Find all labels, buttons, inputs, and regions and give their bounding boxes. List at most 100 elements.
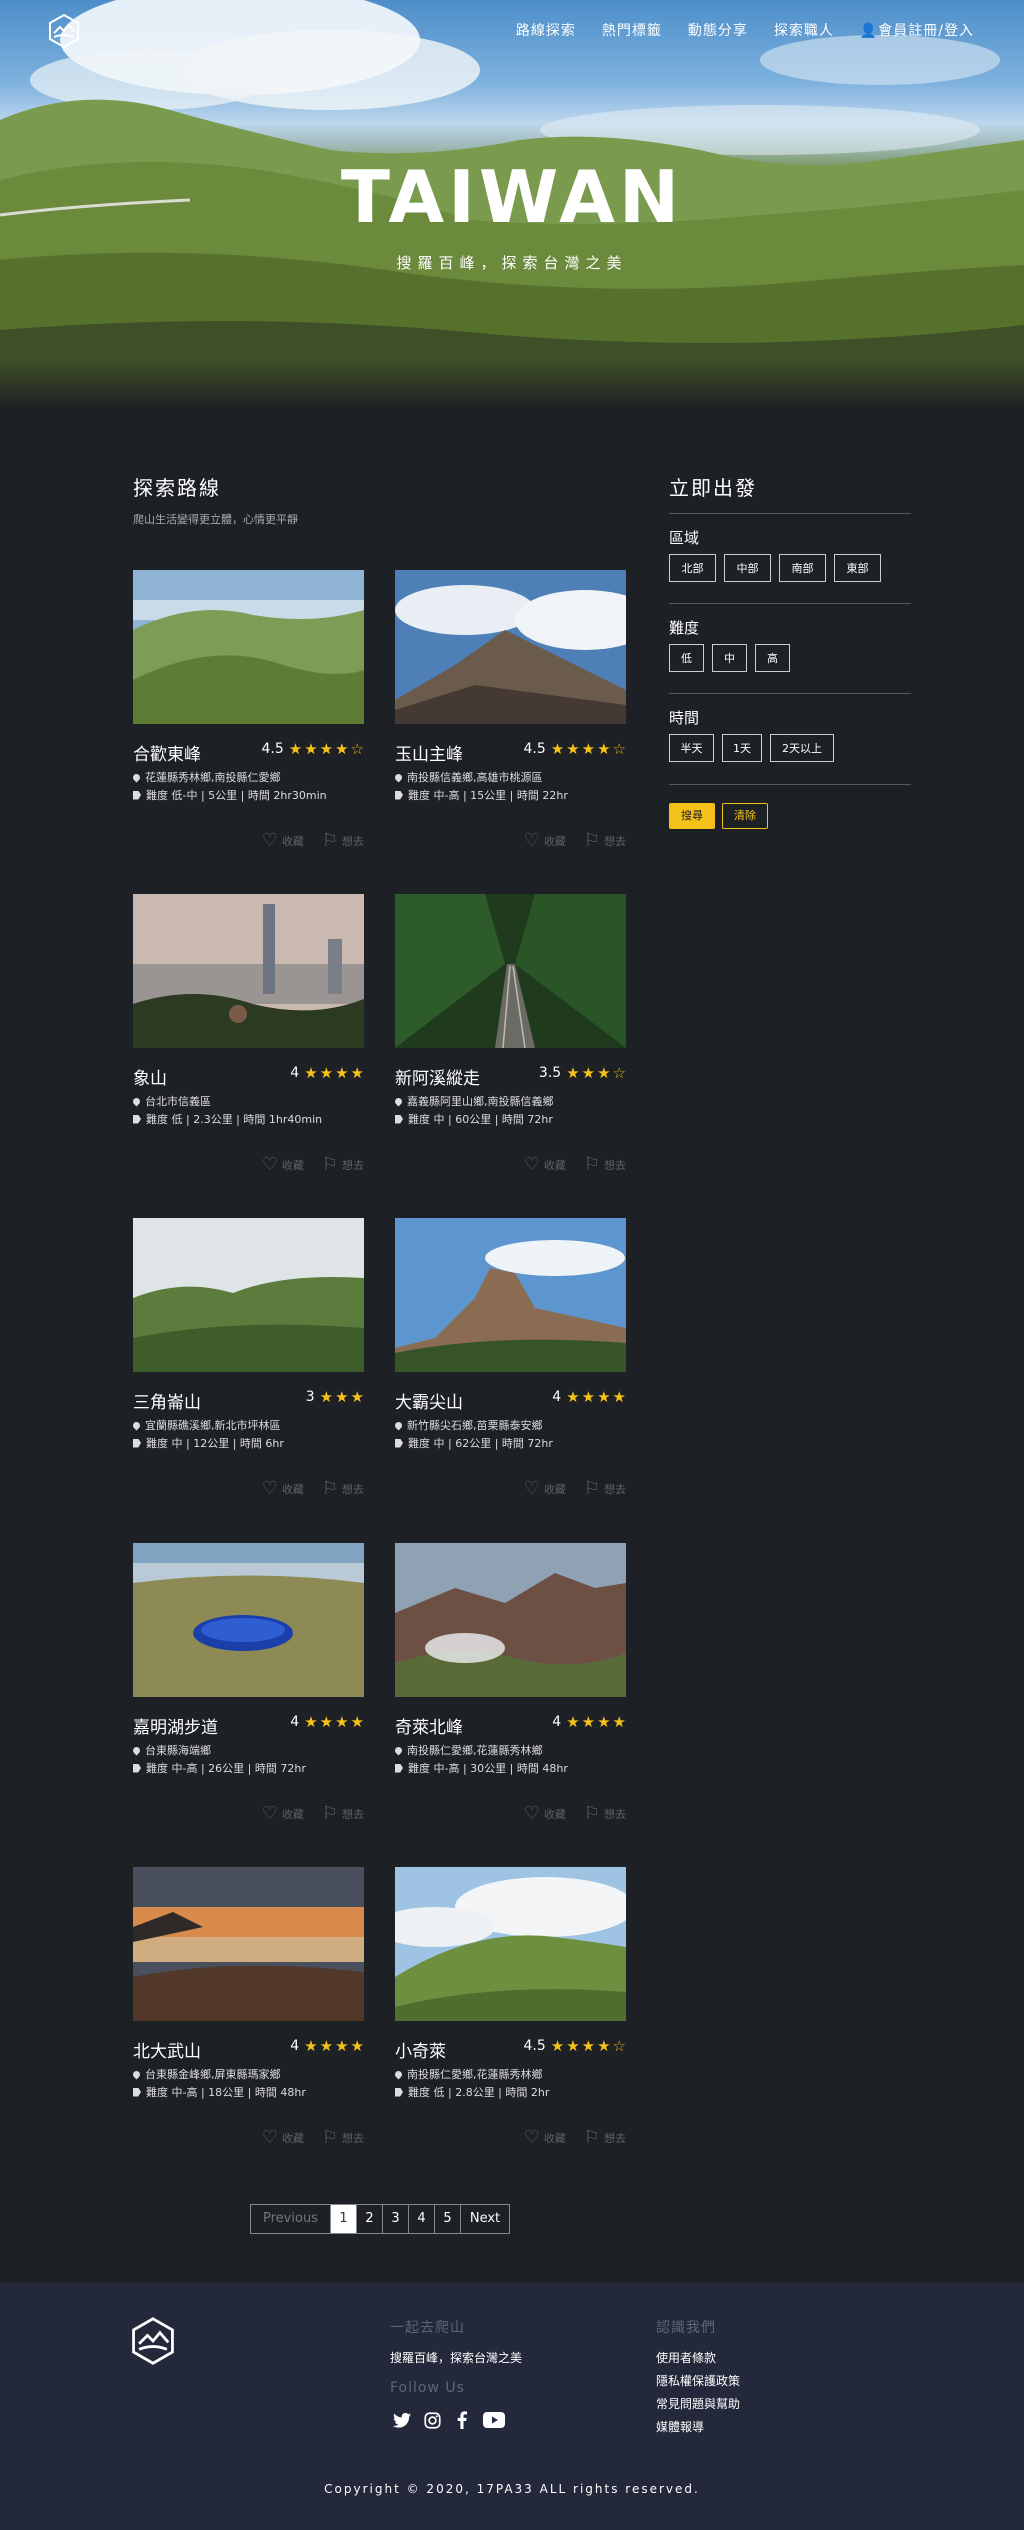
- favorite-button[interactable]: ♡ 收藏: [524, 1154, 566, 1175]
- footer-link-media[interactable]: 媒體報導: [656, 2418, 704, 2435]
- region-chip-east[interactable]: 東部: [834, 554, 881, 582]
- trail-card[interactable]: 小奇萊 4.5 ★ ★ ★ ★ ☆ 南投縣仁愛鄉,花蓮縣秀林鄉 難度 低 | 2.8公里 …: [393, 1867, 626, 2157]
- trail-photo[interactable]: [133, 1218, 364, 1372]
- twitter-icon[interactable]: [393, 2411, 411, 2429]
- footer-link-privacy[interactable]: 隱私權保護政策: [656, 2372, 740, 2389]
- trail-meta: 難度 中-高 | 18公里 | 時間 48hr: [133, 2084, 306, 2100]
- flag-icon: ⚐: [583, 2127, 600, 2148]
- region-chip-central[interactable]: 中部: [724, 554, 771, 582]
- want-to-go-button[interactable]: ⚐ 想去: [322, 1478, 364, 1499]
- youtube-icon[interactable]: [483, 2411, 505, 2429]
- facebook-icon[interactable]: [453, 2411, 471, 2429]
- flag-icon: ⚐: [321, 1803, 338, 1824]
- want-to-go-button[interactable]: ⚐ 想去: [322, 830, 364, 851]
- region-chip-south[interactable]: 南部: [779, 554, 826, 582]
- footer-logo-icon[interactable]: [128, 2316, 178, 2366]
- trail-photo[interactable]: [133, 1543, 364, 1697]
- want-to-go-button[interactable]: ⚐ 想去: [584, 2127, 626, 2148]
- pagination-next[interactable]: Next: [461, 2205, 509, 2233]
- search-button[interactable]: 搜尋: [669, 803, 715, 829]
- trail-name[interactable]: 象山: [133, 1064, 167, 1089]
- tag-icon: [395, 1114, 403, 1124]
- trail-card[interactable]: 奇萊北峰 4 ★ ★ ★ ★ 南投縣仁愛鄉,花蓮縣秀林鄉 難度 中-高 | 30公里 |…: [393, 1543, 626, 1833]
- star-filled-icon: ★: [581, 1064, 596, 1082]
- trail-photo[interactable]: [395, 1543, 626, 1697]
- nav-item-routes[interactable]: 路線探索: [516, 20, 576, 40]
- footer-link-faq[interactable]: 常見問題與幫助: [656, 2395, 740, 2412]
- sidebar-title: 立即出發: [669, 476, 757, 500]
- want-to-go-button[interactable]: ⚐ 想去: [584, 1154, 626, 1175]
- favorite-button[interactable]: ♡ 收藏: [524, 1478, 566, 1499]
- favorite-button[interactable]: ♡ 收藏: [524, 1803, 566, 1824]
- trail-photo[interactable]: [395, 1218, 626, 1372]
- difficulty-chip-high[interactable]: 高: [755, 644, 790, 672]
- trail-name[interactable]: 三角崙山: [133, 1388, 201, 1413]
- nav-item-tags[interactable]: 熱門標籤: [602, 20, 662, 40]
- want-to-go-button[interactable]: ⚐ 想去: [584, 1478, 626, 1499]
- hero-title: TAIWAN: [340, 155, 684, 239]
- trail-name[interactable]: 大霸尖山: [395, 1388, 463, 1413]
- trail-name[interactable]: 合歡東峰: [133, 740, 201, 765]
- want-to-go-button[interactable]: ⚐ 想去: [584, 1803, 626, 1824]
- nav-item-experts[interactable]: 探索職人: [774, 20, 834, 40]
- want-to-go-button[interactable]: ⚐ 想去: [322, 1803, 364, 1824]
- trail-meta: 難度 低 | 2.8公里 | 時間 2hr: [395, 2084, 549, 2100]
- pagination-page-1[interactable]: 1: [331, 2205, 357, 2233]
- trail-card[interactable]: 新阿溪縱走 3.5 ★ ★ ★ ☆ 嘉義縣阿里山鄉,南投縣信義鄉 難度 中 | 60公里…: [393, 894, 626, 1184]
- nav-item-member[interactable]: 👤會員註冊/登入: [860, 20, 974, 40]
- trail-card[interactable]: 嘉明湖步道 4 ★ ★ ★ ★ 台東縣海端鄉 難度 中-高 | 26公里 | 時間 72…: [131, 1543, 364, 1833]
- trail-card[interactable]: 象山 4 ★ ★ ★ ★ 台北市信義區 難度 低 | 2.3公里 | 時間 1hr40m…: [131, 894, 364, 1184]
- pagination-page-2[interactable]: 2: [357, 2205, 383, 2233]
- heart-icon: ♡: [261, 830, 278, 851]
- time-chip-one-day[interactable]: 1天: [722, 734, 762, 762]
- time-chip-multi-day[interactable]: 2天以上: [770, 734, 834, 762]
- trail-card[interactable]: 三角崙山 3 ★ ★ ★ 宜蘭縣礁溪鄉,新北市坪林區 難度 中 | 12公里 | 時間…: [131, 1218, 364, 1508]
- favorite-button[interactable]: ♡ 收藏: [524, 830, 566, 851]
- trail-name[interactable]: 新阿溪縱走: [395, 1064, 480, 1089]
- favorite-button[interactable]: ♡ 收藏: [262, 1803, 304, 1824]
- trail-name[interactable]: 小奇萊: [395, 2037, 446, 2062]
- favorite-button[interactable]: ♡ 收藏: [524, 2127, 566, 2148]
- trail-photo[interactable]: [395, 1867, 626, 2021]
- pagination-previous[interactable]: Previous: [251, 2205, 331, 2233]
- trail-name[interactable]: 北大武山: [133, 2037, 201, 2062]
- footer-link-terms[interactable]: 使用者條款: [656, 2349, 716, 2366]
- pagination-page-5[interactable]: 5: [435, 2205, 461, 2233]
- trail-name[interactable]: 嘉明湖步道: [133, 1713, 218, 1738]
- difficulty-chip-low[interactable]: 低: [669, 644, 704, 672]
- trail-card[interactable]: 玉山主峰 4.5 ★ ★ ★ ★ ☆ 南投縣信義鄉,高雄市桃源區 難度 中-高 | 15公…: [393, 570, 626, 860]
- trail-name[interactable]: 玉山主峰: [395, 740, 463, 765]
- favorite-button[interactable]: ♡ 收藏: [262, 1154, 304, 1175]
- time-chip-half-day[interactable]: 半天: [669, 734, 714, 762]
- favorite-label: 收藏: [543, 1158, 566, 1172]
- trail-photo[interactable]: [133, 894, 364, 1048]
- trail-actions: ♡ 收藏 ⚐ 想去: [262, 1154, 364, 1175]
- want-to-go-button[interactable]: ⚐ 想去: [322, 1154, 364, 1175]
- want-to-go-button[interactable]: ⚐ 想去: [584, 830, 626, 851]
- trail-card[interactable]: 合歡東峰 4.5 ★ ★ ★ ★ ☆ 花蓮縣秀林鄉,南投縣仁愛鄉 難度 低-中 | 5公里…: [131, 570, 364, 860]
- want-to-go-button[interactable]: ⚐ 想去: [322, 2127, 364, 2148]
- difficulty-chip-mid[interactable]: 中: [712, 644, 747, 672]
- clear-button[interactable]: 清除: [722, 803, 768, 829]
- trail-name[interactable]: 奇萊北峰: [395, 1713, 463, 1738]
- pagination-page-4[interactable]: 4: [409, 2205, 435, 2233]
- trail-card[interactable]: 北大武山 4 ★ ★ ★ ★ 台東縣金峰鄉,屏東縣瑪家鄉 難度 中-高 | 18公里 |…: [131, 1867, 364, 2157]
- trail-actions: ♡ 收藏 ⚐ 想去: [524, 1803, 626, 1824]
- trail-photo[interactable]: [133, 1867, 364, 2021]
- pagination-page-3[interactable]: 3: [383, 2205, 409, 2233]
- favorite-button[interactable]: ♡ 收藏: [262, 2127, 304, 2148]
- favorite-button[interactable]: ♡ 收藏: [262, 1478, 304, 1499]
- nav-item-share[interactable]: 動態分享: [688, 20, 748, 40]
- trail-photo[interactable]: [395, 570, 626, 724]
- instagram-icon[interactable]: [423, 2411, 441, 2429]
- trail-photo[interactable]: [395, 894, 626, 1048]
- location-pin-icon: [393, 772, 404, 782]
- location-text: 台東縣金峰鄉,屏東縣瑪家鄉: [145, 2068, 281, 2081]
- logo-icon[interactable]: [46, 13, 82, 49]
- trail-card[interactable]: 大霸尖山 4 ★ ★ ★ ★ 新竹縣尖石鄉,苗栗縣泰安鄉 難度 中 | 62公里 | 時…: [393, 1218, 626, 1508]
- location-pin-icon: [131, 2069, 142, 2079]
- trail-photo[interactable]: [133, 570, 364, 724]
- region-chip-north[interactable]: 北部: [669, 554, 716, 582]
- favorite-button[interactable]: ♡ 收藏: [262, 830, 304, 851]
- copyright: Copyright © 2020, 17PA33 ALL rights rese…: [324, 2482, 700, 2496]
